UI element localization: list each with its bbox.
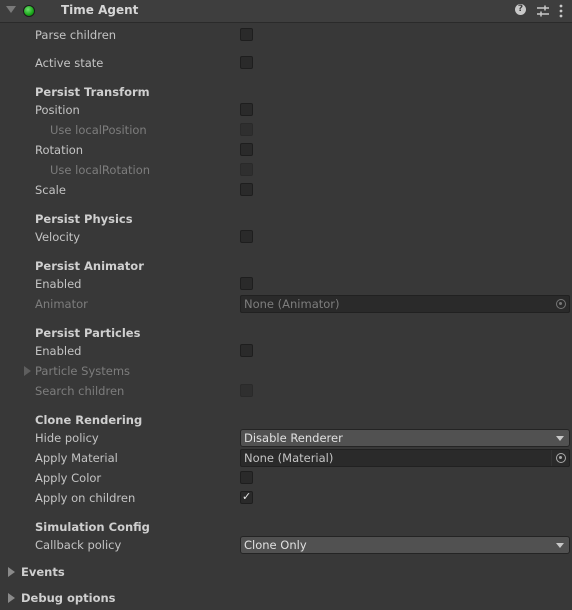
field-divider — [551, 450, 552, 466]
active-state-label: Active state — [35, 56, 104, 70]
scale-label: Scale — [35, 183, 66, 197]
debug-options-foldout-arrow-icon[interactable] — [8, 593, 15, 603]
status-indicator-icon — [23, 5, 35, 17]
persist-animator-heading: Persist Animator — [35, 259, 144, 273]
parse-children-label: Parse children — [35, 28, 117, 42]
particles-enabled-checkbox[interactable] — [240, 344, 253, 357]
parse-children-checkbox[interactable] — [240, 28, 253, 41]
apply-color-checkbox[interactable] — [240, 471, 253, 484]
collapse-arrow-icon[interactable] — [6, 6, 16, 13]
presets-icon[interactable] — [536, 4, 550, 18]
use-local-position-label: Use localPosition — [50, 123, 147, 137]
animator-label: Animator — [35, 297, 88, 311]
velocity-label: Velocity — [35, 230, 81, 244]
animator-enabled-checkbox[interactable] — [240, 277, 253, 290]
callback-policy-dropdown[interactable]: Clone Only — [240, 536, 570, 554]
help-icon[interactable]: ? — [515, 4, 529, 18]
persist-transform-heading: Persist Transform — [35, 85, 150, 99]
callback-policy-label: Callback policy — [35, 538, 122, 552]
material-field-value: None (Material) — [244, 451, 334, 465]
use-local-rotation-label: Use localRotation — [50, 163, 151, 177]
component-title: Time Agent — [61, 3, 139, 17]
animator-enabled-label: Enabled — [35, 277, 82, 291]
component-header: Time Agent ? — [0, 0, 572, 23]
particle-systems-foldout-arrow-icon[interactable] — [24, 366, 31, 376]
position-checkbox[interactable] — [240, 103, 253, 116]
animator-object-field[interactable]: None (Animator) — [240, 295, 570, 313]
callback-policy-value: Clone Only — [244, 538, 307, 552]
chevron-down-icon — [556, 543, 564, 548]
animator-field-value: None (Animator) — [244, 297, 340, 311]
apply-color-label: Apply Color — [35, 471, 102, 485]
events-foldout[interactable]: Events — [21, 565, 65, 579]
rotation-label: Rotation — [35, 143, 84, 157]
position-label: Position — [35, 103, 80, 117]
events-foldout-arrow-icon[interactable] — [8, 567, 15, 577]
hide-policy-dropdown[interactable]: Disable Renderer — [240, 429, 570, 447]
rotation-checkbox[interactable] — [240, 143, 253, 156]
apply-on-children-label: Apply on children — [35, 491, 136, 505]
material-object-field[interactable]: None (Material) — [240, 449, 570, 467]
persist-physics-heading: Persist Physics — [35, 212, 133, 226]
chevron-down-icon — [556, 436, 564, 441]
clone-rendering-heading: Clone Rendering — [35, 413, 143, 427]
apply-material-label: Apply Material — [35, 451, 118, 465]
hide-policy-value: Disable Renderer — [244, 431, 343, 445]
object-picker-icon[interactable] — [556, 299, 566, 309]
velocity-checkbox[interactable] — [240, 230, 253, 243]
checkmark-icon: ✓ — [242, 490, 252, 503]
active-state-checkbox[interactable] — [240, 56, 253, 69]
use-local-position-checkbox[interactable] — [240, 123, 253, 136]
hide-policy-label: Hide policy — [35, 431, 99, 445]
persist-particles-heading: Persist Particles — [35, 326, 141, 340]
search-children-checkbox[interactable] — [240, 384, 253, 397]
object-picker-icon[interactable] — [556, 453, 566, 463]
particle-systems-foldout[interactable]: Particle Systems — [35, 364, 130, 378]
use-local-rotation-checkbox[interactable] — [240, 163, 253, 176]
scale-checkbox[interactable] — [240, 183, 253, 196]
particles-enabled-label: Enabled — [35, 344, 82, 358]
search-children-label: Search children — [35, 384, 125, 398]
context-menu-icon[interactable] — [558, 4, 572, 18]
apply-on-children-checkbox[interactable]: ✓ — [240, 490, 253, 504]
debug-options-foldout[interactable]: Debug options — [21, 591, 116, 605]
simulation-config-heading: Simulation Config — [35, 520, 150, 534]
